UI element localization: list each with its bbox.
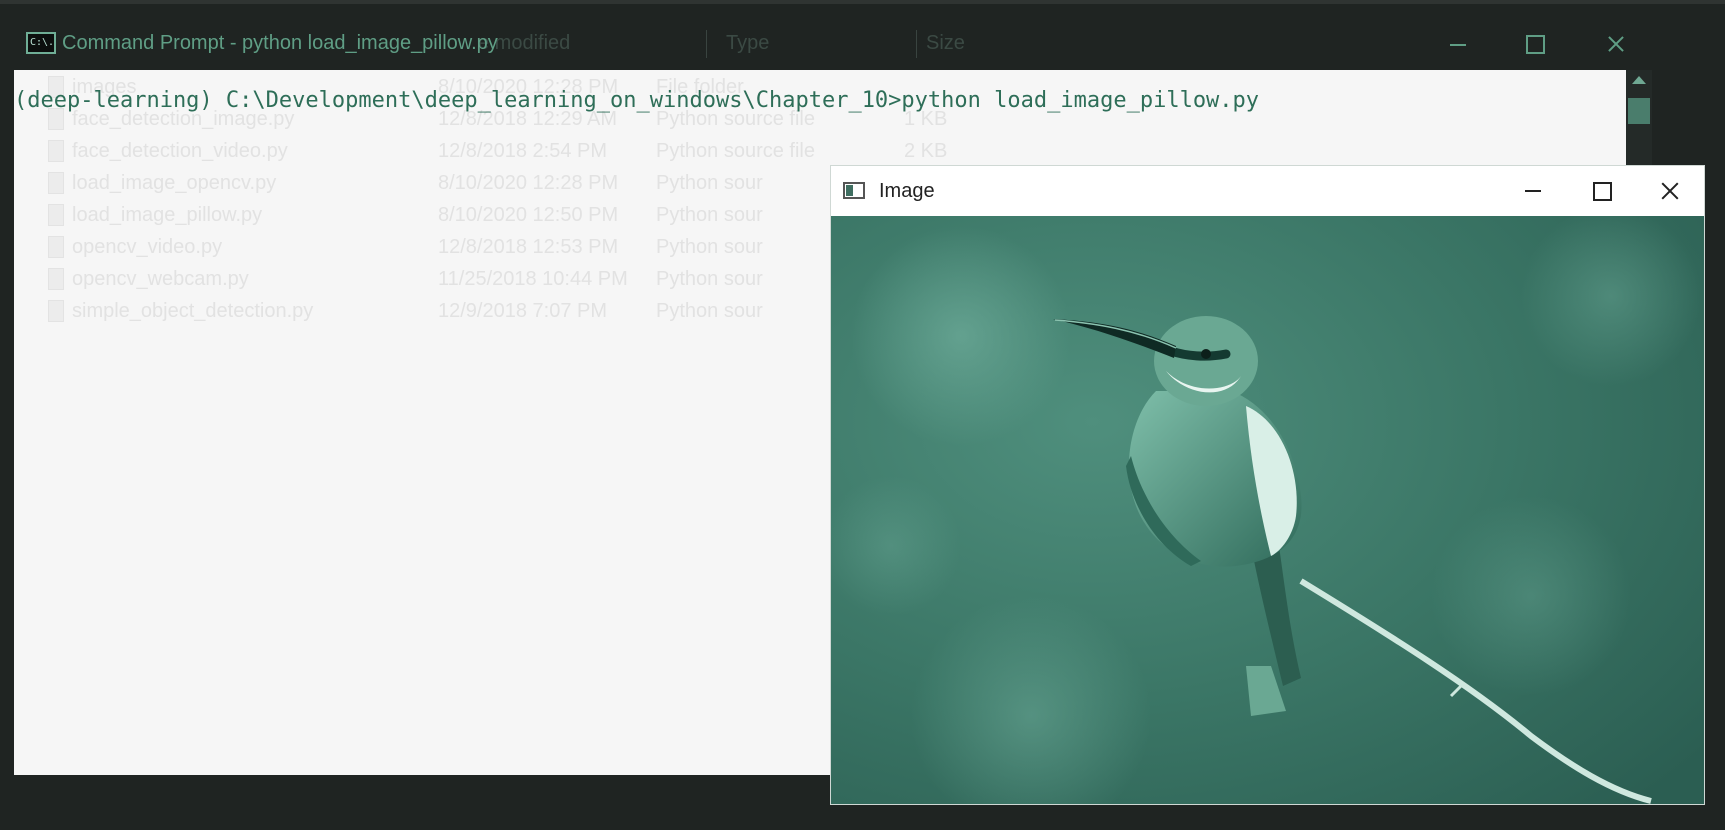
ghost-file-name: simple_object_detection.py (72, 300, 314, 322)
ghost-file-type: Python sour (656, 204, 763, 226)
image-window-title: Image (879, 180, 935, 202)
ghost-file-name: opencv_webcam.py (72, 268, 249, 290)
ghost-file-name: load_image_pillow.py (72, 204, 263, 226)
ghost-header-separator (916, 30, 917, 58)
ghost-file-date: 12/8/2018 2:54 PM (438, 140, 608, 162)
cmd-maximize-button[interactable] (1504, 24, 1564, 64)
cmd-titlebar[interactable]: C:\. e modified Type Size Command Prompt… (0, 14, 1652, 66)
ghost-header-type: Type (726, 32, 770, 54)
file-icon (48, 236, 64, 258)
file-icon (48, 172, 64, 194)
cmd-minimize-button[interactable] (1428, 24, 1488, 64)
image-window-icon (843, 182, 865, 199)
ghost-file-date: 11/25/2018 10:44 PM (438, 268, 628, 290)
image-viewer-window[interactable]: Image (830, 165, 1705, 805)
file-icon (48, 140, 64, 162)
cmd-window-title: Command Prompt - python load_image_pillo… (62, 32, 498, 54)
cmd-close-button[interactable] (1585, 24, 1645, 64)
ghost-header-separator (706, 30, 707, 58)
cmd-app-icon: C:\. (26, 32, 56, 54)
image-titlebar[interactable]: Image (831, 166, 1704, 216)
ghost-file-type: Python source file (656, 140, 815, 162)
ghost-file-type: Python sour (656, 268, 763, 290)
ghost-file-date: 8/10/2020 12:28 PM (438, 172, 619, 194)
file-icon (48, 204, 64, 226)
bird-image (831, 216, 1704, 804)
ghost-file-type: Python sour (656, 236, 763, 258)
ghost-file-date: 8/10/2020 12:50 PM (438, 204, 619, 226)
ghost-file-name: load_image_opencv.py (72, 172, 277, 194)
file-icon (48, 268, 64, 290)
desktop-screen: C:\. e modified Type Size Command Prompt… (0, 0, 1725, 830)
scroll-thumb[interactable] (1628, 98, 1650, 124)
image-minimize-button[interactable] (1501, 171, 1565, 211)
ghost-file-type: Python sour (656, 300, 763, 322)
file-icon (48, 300, 64, 322)
image-close-button[interactable] (1637, 171, 1701, 211)
ghost-file-date: 12/9/2018 7:07 PM (438, 300, 608, 322)
ghost-file-date: 12/8/2018 12:53 PM (438, 236, 619, 258)
ghost-file-row: face_detection_video.py 12/8/2018 2:54 PM… (14, 134, 1614, 168)
bird-photo-illustration (831, 216, 1704, 804)
maximize-icon (1593, 182, 1612, 201)
ghost-file-name: face_detection_video.py (72, 140, 288, 162)
maximize-icon (1526, 35, 1545, 54)
ghost-file-name: opencv_video.py (72, 236, 223, 258)
image-maximize-button[interactable] (1569, 171, 1633, 211)
ghost-file-size: 2 KB (904, 140, 948, 162)
ghost-header-size: Size (926, 32, 965, 54)
scroll-up-icon[interactable] (1632, 76, 1646, 84)
minimize-icon (1525, 190, 1541, 192)
ghost-file-type: Python sour (656, 172, 763, 194)
minimize-icon (1450, 44, 1466, 46)
cmd-command-line: (deep-learning) C:\Development\deep_lear… (14, 88, 1260, 113)
